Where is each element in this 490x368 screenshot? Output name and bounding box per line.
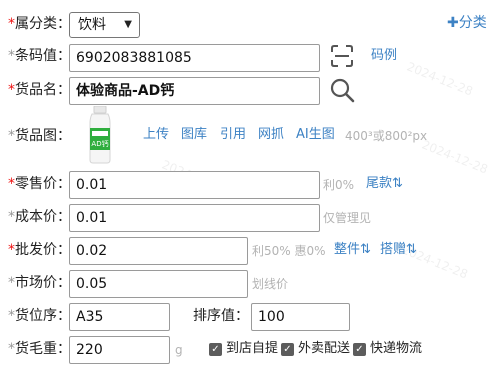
shelf-input[interactable]: A35 — [69, 303, 170, 331]
bundle-gift-link[interactable]: 搭赠⇅ — [380, 241, 417, 259]
product-image-label: *货品图： — [8, 128, 71, 144]
reference-link[interactable]: 引用 — [220, 126, 246, 144]
express-logistics-checkbox[interactable]: ✓ 快递物流 — [353, 340, 422, 358]
takeout-delivery-checkbox[interactable]: ✓ 外卖配送 — [281, 340, 350, 358]
wholesale-margin-note: 利50% 惠0% — [252, 244, 326, 258]
weight-unit: g — [175, 343, 183, 357]
whole-case-link[interactable]: 整件⇅ — [334, 241, 371, 259]
retail-price-label: *零售价： — [8, 176, 71, 192]
cost-visibility-note: 仅管理见 — [323, 211, 372, 225]
product-name-label: *货品名： — [8, 82, 71, 98]
product-thumbnail[interactable]: AD钙 — [85, 105, 115, 164]
checkmark-icon: ✓ — [281, 342, 294, 356]
web-grab-link[interactable]: 网抓 — [258, 126, 284, 144]
tail-payment-link[interactable]: 尾款⇅ — [366, 175, 403, 193]
sort-label: 排序值： — [193, 308, 249, 324]
upload-link[interactable]: 上传 — [143, 126, 169, 144]
category-selected-value: 饮料 — [78, 17, 106, 33]
market-price-input[interactable]: 0.05 — [69, 270, 248, 298]
express-logistics-label: 快递物流 — [370, 341, 423, 356]
ai-generate-link[interactable]: AI生图 — [296, 126, 335, 144]
cost-price-label: *成本价： — [8, 209, 71, 225]
market-price-label: *市场价： — [8, 275, 71, 291]
barcode-example-link[interactable]: 码例 — [371, 47, 397, 65]
category-select[interactable]: 饮料 ▼ — [69, 12, 140, 38]
checkmark-icon: ✓ — [353, 342, 366, 356]
add-category-link[interactable]: ✚分类 — [447, 14, 487, 32]
weight-label: *货毛重： — [8, 341, 71, 357]
gallery-link[interactable]: 图库 — [181, 126, 207, 144]
store-pickup-label: 到店自提 — [226, 341, 279, 356]
cost-price-input[interactable]: 0.01 — [69, 204, 320, 232]
store-pickup-checkbox[interactable]: ✓ 到店自提 — [209, 340, 278, 358]
barcode-input[interactable]: 6902083881085 — [69, 44, 320, 72]
search-icon[interactable] — [329, 77, 355, 103]
retail-margin-note: 利0% — [323, 178, 355, 192]
barcode-label: *条码值： — [8, 48, 71, 64]
wholesale-price-input[interactable]: 0.02 — [69, 237, 248, 265]
chevron-down-icon: ▼ — [124, 19, 132, 30]
takeout-delivery-label: 外卖配送 — [298, 341, 351, 356]
category-label: *属分类： — [8, 16, 71, 32]
checkmark-icon: ✓ — [209, 342, 222, 356]
scan-icon[interactable] — [330, 44, 354, 68]
sort-input[interactable]: 100 — [251, 303, 350, 331]
wholesale-price-label: *批发价： — [8, 242, 71, 258]
product-name-input[interactable]: 体验商品-AD钙 — [69, 77, 320, 105]
shelf-label: *货位序： — [8, 308, 71, 324]
weight-input[interactable]: 220 — [69, 336, 170, 364]
image-size-hint: 400³或800²px — [345, 129, 428, 143]
retail-price-input[interactable]: 0.01 — [69, 171, 320, 199]
strikethrough-price-note: 划线价 — [252, 277, 289, 291]
bottle-label: AD钙 — [91, 139, 108, 148]
